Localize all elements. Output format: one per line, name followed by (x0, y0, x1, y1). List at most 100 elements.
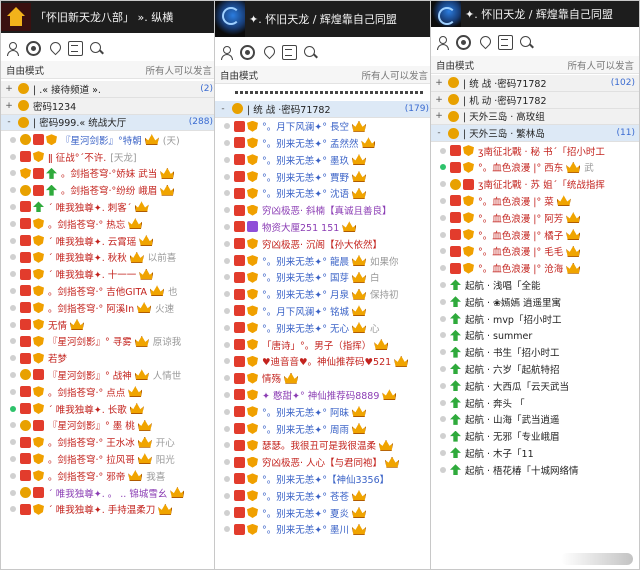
member-row[interactable]: °。别来无恙✦° 苍苍 (215, 487, 433, 504)
member-row[interactable]: °。别来无恙✦°【神仙3356】 (215, 471, 433, 488)
collapse-icon[interactable]: - (434, 128, 444, 138)
mode-label[interactable]: 自由模式 (220, 68, 258, 82)
channel-row[interactable]: + | .« 接待频道 ». (2) (1, 81, 217, 98)
notice-board-icon[interactable] (498, 34, 513, 50)
member-row[interactable]: 『星河剑影』°特朝 (天) (1, 131, 217, 148)
home-icon[interactable] (1, 3, 31, 31)
channel-row[interactable]: + | 统 战 ·密码71782 (102) (431, 75, 639, 92)
channel-row[interactable]: - | 统 战 ·密码71782 (179) (215, 101, 433, 118)
member-row[interactable]: °。别来无恙✦° 墨玖 (215, 151, 433, 168)
member-row[interactable]: 起航 · 大西瓜「云天武当 (431, 377, 639, 394)
member-row[interactable]: °。月下风澜✦° 铭城 (215, 303, 433, 320)
member-row[interactable]: 起航 · summer (431, 327, 639, 344)
member-row[interactable]: 穷凶极恶· 人心【与君同袍】 (215, 454, 433, 471)
channel-row[interactable]: + 密码1234 (1, 97, 217, 115)
panel-2-member-list[interactable]: - | 统 战 ·密码71782 (179) °。月下风澜✦° 長空 °。别来无恙✦° … (215, 101, 433, 569)
panel-3-member-list[interactable]: + | 统 战 ·密码71782 (102) + | 机 动 ·密码71782 + | 天外… (431, 75, 639, 569)
member-row[interactable]: 『星河剑影』° 寻雾 原谅我 (1, 333, 217, 350)
user-icon[interactable] (219, 45, 234, 60)
member-row[interactable]: °。血色浪漫 |° 西东 武 (431, 159, 639, 176)
notice-board-icon[interactable] (68, 40, 83, 56)
gear-icon[interactable] (240, 44, 255, 60)
member-row[interactable]: °。别来无恙✦° 墨川 (215, 521, 433, 538)
search-icon[interactable] (519, 35, 534, 50)
member-row[interactable]: °。血色浪漫 |° 橘子 (431, 226, 639, 243)
member-row[interactable]: 起航 · 六岁「起航特招 (431, 361, 639, 378)
member-row[interactable]: °。别来无恙✦° 周雨 (215, 420, 433, 437)
notice-board-icon[interactable] (282, 44, 297, 60)
collapse-icon[interactable]: - (4, 117, 14, 127)
member-row[interactable]: ˊ 唯我独尊✦. 秋秋 以前喜 (1, 249, 217, 266)
member-row[interactable]: 。剑指苍穹·°娇妹 武当 (1, 165, 217, 182)
channel-row[interactable]: - | 密码999.« 统战大厅 (288) (1, 114, 217, 132)
member-row[interactable]: 若梦 (1, 350, 217, 367)
member-row[interactable]: °。别来无恙✦° 月泉 保持初 (215, 286, 433, 303)
member-row[interactable]: 起航 · ❀嫣嫣 逍遥里寓 (431, 293, 639, 310)
member-row[interactable]: 。剑指苍穹·° 王水冰 开心 (1, 434, 217, 451)
user-icon[interactable] (435, 35, 450, 50)
expand-icon[interactable]: + (4, 84, 14, 94)
member-row[interactable]: °。血色浪漫 |° 菜 (431, 193, 639, 210)
expand-icon[interactable]: + (434, 95, 444, 105)
member-row[interactable]: 起航 · 奔头 「 (431, 394, 639, 411)
expand-icon[interactable]: + (434, 111, 444, 121)
gear-icon[interactable] (26, 40, 41, 56)
member-row[interactable]: 起航 · 梧花椿「十城网络情 (431, 461, 639, 478)
member-row[interactable]: ˊ 唯我独尊✦. 长歌 (1, 400, 217, 417)
channel-row[interactable]: + | 机 动 ·密码71782 (431, 91, 639, 109)
member-row[interactable]: 瑟瑟。我很丑可是我很温柔 (215, 437, 433, 454)
collapse-icon[interactable]: - (218, 104, 228, 114)
expand-icon[interactable]: + (4, 101, 14, 111)
member-row[interactable]: 起航 · 无邪「专业峨眉 (431, 428, 639, 445)
member-row[interactable]: 起航 · 山海「武当逍遥 (431, 411, 639, 428)
member-row[interactable]: 穷凶极恶· 沉阁【孙大依然】 (215, 235, 433, 252)
member-row[interactable]: 起航 · mvp「招小时工 (431, 310, 639, 327)
member-row[interactable]: °。别来无恙✦° 无心 心 (215, 319, 433, 336)
member-row[interactable]: 无情 (1, 316, 217, 333)
member-row[interactable]: ʒ南征北戰 · 秘 书ˊ「招小时工 (431, 142, 639, 159)
member-row[interactable]: 。剑指苍穹·° 吉他GITA 也 (1, 283, 217, 300)
member-row[interactable]: 。剑指苍穹·° 阿溪In 火速 (1, 299, 217, 316)
member-row[interactable]: ˊ 唯我独尊✦. 十一一 (1, 266, 217, 283)
member-row[interactable]: °。别来无恙✦° 賈野 (215, 168, 433, 185)
member-row[interactable]: 『星河剑影』° 战神 人情世 (1, 367, 217, 384)
member-row[interactable]: °。血色浪漫 |° 阿芳 (431, 209, 639, 226)
member-row[interactable]: °。血色浪漫 |° 毛毛 (431, 243, 639, 260)
member-row[interactable]: 「唐诗」°。男子（指挥） (215, 336, 433, 353)
user-icon[interactable] (5, 41, 20, 56)
member-row[interactable]: 。剑指苍穹·° 邪帝 我喜 (1, 467, 217, 484)
member-row[interactable]: ǁ 征战°ˊ不许. [天龙] (1, 148, 217, 165)
member-row[interactable]: ♥迪音音♥。神仙推荐码♥521 (215, 353, 433, 370)
member-row[interactable]: 。剑指苍穹·° 拉风哥 阳光 (1, 451, 217, 468)
location-pin-icon[interactable] (477, 35, 492, 50)
panel-1-member-list[interactable]: + | .« 接待频道 ». (2) + 密码1234- | 密码999.« 统战大厅 (2… (1, 81, 217, 569)
member-row[interactable]: 『星河剑影』° 墨 桃 (1, 417, 217, 434)
gear-icon[interactable] (456, 34, 471, 50)
search-icon[interactable] (89, 41, 104, 56)
channel-row[interactable]: - | 天外三岛 · 繁林岛 (11) (431, 125, 639, 143)
member-row[interactable]: °。血色浪漫 |° 沧海 (431, 260, 639, 277)
member-row[interactable]: °。别来无恙✦° 阿昧 (215, 403, 433, 420)
member-row[interactable]: ✦ 憨甜✦° 神仙推荐码8889 (215, 387, 433, 404)
member-row[interactable]: ˊ 唯我独尊✦. 。 .. 锦城雪幺 (1, 484, 217, 501)
member-row[interactable]: 起航 · 浅唱「全能 (431, 277, 639, 294)
member-row[interactable]: ˊ 唯我独尊✦. 云霄瑶 (1, 232, 217, 249)
member-row[interactable]: °。别来无恙✦° 夏炎 (215, 504, 433, 521)
member-row[interactable]: 起航 · 木子「11 (431, 445, 639, 462)
member-row[interactable]: 。剑指苍穹·° 点点 (1, 383, 217, 400)
member-row[interactable]: °。别来无恙✦° 国芽 白 (215, 269, 433, 286)
mode-label[interactable]: 自由模式 (6, 63, 44, 77)
expand-icon[interactable]: + (434, 78, 444, 88)
channel-row[interactable]: + | 天外三岛 · 高玫组 (431, 108, 639, 126)
member-row[interactable]: ʒ南征北戰 · 苏 姐ˊ「统战指挥 (431, 176, 639, 193)
member-row[interactable]: 。剑指苍穹·° 热忘 (1, 215, 217, 232)
location-pin-icon[interactable] (47, 41, 62, 56)
member-row[interactable]: ˊ 唯我独尊✦. 刺客ˊ (1, 199, 217, 216)
member-row[interactable]: 。剑指苍穹·°纷纷 峨眉 (1, 182, 217, 199)
member-row[interactable]: °。别来无恙✦° 龍晨 如果你 (215, 252, 433, 269)
member-row[interactable]: °。月下风澜✦° 長空 (215, 118, 433, 135)
search-icon[interactable] (303, 45, 318, 60)
member-row[interactable]: °。别来无恙✦° 沈语 (215, 185, 433, 202)
member-row[interactable]: 物资大厘251 151 (215, 219, 433, 236)
member-row[interactable]: 穷凶极恶· 斜楠【真诚且善良】 (215, 202, 433, 219)
